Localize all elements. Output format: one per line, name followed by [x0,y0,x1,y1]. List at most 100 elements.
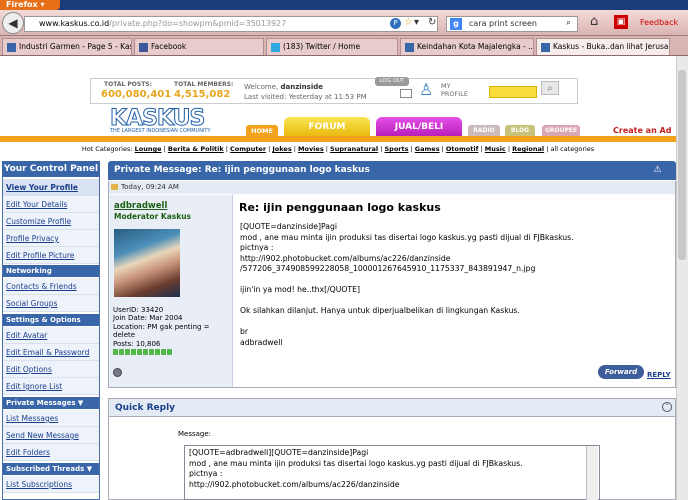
last-visited: Last visited: Yesterday at 11:53 PM [244,93,367,101]
sidebar-item-list-subscriptions[interactable]: List Subscriptions [3,476,99,493]
sidebar-item-send-new-message[interactable]: Send New Message [3,427,99,444]
total-members-value: 4,515,082 [174,89,231,100]
tab-kaskus-active[interactable]: Kaskus - Buka..dan lihat Jerusal... [536,38,670,55]
tab-label: Facebook [151,42,187,51]
dropdown-arrow-icon[interactable]: ▾ [414,17,419,28]
google-icon: g [450,18,462,30]
total-members-label: TOTAL MEMBERS: [174,81,234,88]
mail-icon[interactable] [400,89,412,98]
user-avatar[interactable] [114,229,180,297]
message-label: Message: [178,430,212,438]
sidebar-item-edit-folders[interactable]: Edit Folders [3,444,99,461]
sidebar-item-list-messages[interactable]: List Messages [3,410,99,427]
nav-jualbeli-tab[interactable]: JUAL/BELI [376,117,462,137]
sidebar-item-contacts-friends[interactable]: Contacts & Friends [3,278,99,295]
nav-forum-tab[interactable]: FORUM [284,117,370,137]
hot-category-link[interactable]: Sports [384,145,408,153]
back-button[interactable]: ◀ [2,12,24,34]
hot-categories-bar: Hot Categories: Lounge | Berita & Politi… [81,145,595,153]
sidebar-item-edit-email-password[interactable]: Edit Email & Password [3,344,99,361]
sidebar-item-edit-ignore-list[interactable]: Edit Ignore List [3,378,99,395]
bookmark-star-icon[interactable]: ☆ [404,17,413,28]
reply-button[interactable]: REPLY [647,371,671,379]
welcome-prefix: Welcome, [244,83,279,91]
textarea-scrollbar[interactable] [586,446,598,500]
sidebar-item-profile-privacy[interactable]: Profile Privacy [3,230,99,247]
scrollbar-thumb[interactable] [678,70,686,260]
online-status-icon [113,368,122,377]
kaskus-logo[interactable]: KASKUS THE LARGEST INDONESIAN COMMUNITY [110,106,220,135]
home-icon[interactable]: ⌂ [590,15,604,29]
twitter-tab-icon [271,42,280,52]
create-ad-link[interactable]: Create an Ad [613,126,671,135]
sidebar-section-networking[interactable]: Networking [3,265,99,277]
hot-category-link[interactable]: Regional [512,145,544,153]
hot-category-link[interactable]: Movies [298,145,324,153]
tab-industri-garmen[interactable]: Industri Garmen - Page 5 - Kas... [2,38,132,55]
url-bar[interactable]: www.kaskus.co.id/private.php?do=showpm&p… [24,16,438,32]
my-profile-link[interactable]: MY PROFILE [441,82,469,98]
post-date: Today, 09:24 AM [121,183,179,191]
post-date-icon [111,184,118,190]
quick-reply-header: Quick Reply [108,398,676,417]
tab-label: (183) Twitter / Home [283,42,361,51]
search-magnifier-icon[interactable]: ⌕ [541,81,559,95]
hot-category-link[interactable]: Computer [230,145,266,153]
logout-button[interactable]: LOG OUT [375,77,409,86]
p-addon-icon[interactable]: P [390,18,401,29]
welcome-text: Welcome, danzinside [244,83,323,91]
sidebar-item-edit-details[interactable]: Edit Your Details [3,196,99,213]
hot-category-link[interactable]: Otomotif [446,145,479,153]
sidebar-section-subscribed-threads[interactable]: Subscribed Threads ▼ [3,463,99,475]
post-username[interactable]: adbradwell [114,201,167,211]
post-usertitle: Moderator Kaskus [114,212,192,221]
tab-facebook[interactable]: Facebook [134,38,264,55]
url-domain: www.kaskus.co.id [39,19,110,28]
tab-label: Keindahan Kota Majalengka - ... [417,42,534,51]
sidebar-item-social-groups[interactable]: Social Groups [3,295,99,312]
addon-icon[interactable]: ▣ [614,15,628,29]
forward-button[interactable]: Forward [598,365,644,379]
user-location: Location: PM gak penting = delete [113,323,210,339]
search-icon[interactable]: ⌕ [566,18,571,28]
hot-category-link[interactable]: Music [485,145,506,153]
feedback-button[interactable]: Feedback [640,18,678,27]
sidebar-item-edit-profile-picture[interactable]: Edit Profile Picture [3,247,99,264]
sidebar-item-edit-options[interactable]: Edit Options [3,361,99,378]
total-posts-label: TOTAL POSTS: [104,81,153,88]
user-id: UserID: 33420 [113,306,164,314]
logo-tagline: THE LARGEST INDONESIAN COMMUNITY [110,128,211,134]
hot-category-link[interactable]: Supranatural [330,145,378,153]
profile-icon[interactable]: ♙ [419,80,439,100]
report-warning-icon[interactable]: ⚠ [652,165,663,175]
sidebar-item-edit-avatar[interactable]: Edit Avatar [3,327,99,344]
kaskus-tab-icon [541,42,550,52]
search-box[interactable]: g cara print screen [446,16,578,32]
welcome-username[interactable]: danzinside [280,83,323,91]
hot-category-link[interactable]: Lounge [135,145,162,153]
sidebar-section-settings[interactable]: Settings & Options [3,314,99,326]
url-path: /private.php?do=showpm&pmid=35013927 [109,19,287,28]
hot-category-link[interactable]: Games [415,145,440,153]
all-categories-link[interactable]: all categories [550,145,594,153]
tab-label: Kaskus - Buka..dan lihat Jerusal... [553,42,670,51]
user-post-count: Posts: 10,806 [113,340,161,348]
hot-category-link[interactable]: Jokes [272,145,291,153]
search-field-yellow[interactable] [489,86,537,98]
window-titlebar [0,0,688,10]
user-join-date: Join Date: Mar 2004 [113,314,183,322]
sidebar-item-customize-profile[interactable]: Customize Profile [3,213,99,230]
kaskus-tab-icon [7,42,16,52]
firefox-menu-button[interactable]: Firefox ▾ [0,0,60,10]
total-posts-value: 600,080,401 [101,89,172,100]
sidebar-section-private-messages[interactable]: Private Messages ▼ [3,397,99,409]
message-textarea[interactable]: [QUOTE=adbradwell][QUOTE=danzinside]Pagi… [184,445,600,500]
hot-category-link[interactable]: Berita & Politik [168,145,224,153]
nav-underline-bar [0,136,676,142]
collapse-icon[interactable]: ⌃ [662,402,672,412]
sidebar-item-view-profile[interactable]: View Your Profile [3,179,99,196]
tab-label: Industri Garmen - Page 5 - Kas... [19,42,132,51]
reload-icon[interactable]: ↻ [428,17,436,28]
tab-twitter[interactable]: (183) Twitter / Home [266,38,398,55]
tab-majalengka[interactable]: Keindahan Kota Majalengka - ... [400,38,534,55]
